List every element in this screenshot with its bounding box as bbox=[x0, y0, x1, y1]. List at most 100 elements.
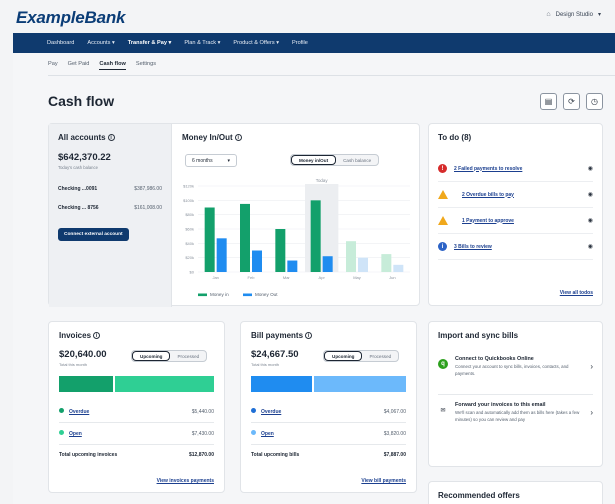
view-icon[interactable]: ◉ bbox=[588, 165, 593, 172]
row-divider bbox=[251, 422, 406, 423]
tab-get-paid[interactable]: Get Paid bbox=[68, 61, 90, 70]
building-icon: ⌂ bbox=[546, 11, 551, 18]
row-divider bbox=[251, 444, 406, 445]
bar-money-out bbox=[358, 257, 368, 272]
view-all-todos-link[interactable]: View all todos bbox=[560, 290, 593, 296]
view-icon[interactable]: ◉ bbox=[588, 243, 593, 250]
workspace-switcher[interactable]: ⌂ Design Studio ▾ bbox=[546, 11, 601, 18]
toggle-cash-balance[interactable]: Cash balance bbox=[336, 155, 378, 165]
main-nav: Dashboard Accounts ▾ Transfer & Pay ▾ Pl… bbox=[13, 33, 615, 53]
nav-accounts[interactable]: Accounts ▾ bbox=[87, 40, 114, 46]
tab-pay[interactable]: Pay bbox=[48, 61, 58, 70]
row-divider bbox=[59, 422, 214, 423]
toggle-processed[interactable]: Processed bbox=[362, 351, 398, 361]
legend-swatch-money-out bbox=[243, 293, 252, 297]
chevron-down-icon: ▾ bbox=[597, 12, 601, 18]
chevron-down-icon: ▾ bbox=[168, 40, 172, 46]
forward-invoices-item[interactable]: ✉ Forward your invoices to this email We… bbox=[438, 402, 593, 423]
clock-icon: ◷ bbox=[591, 97, 598, 106]
period-select[interactable]: 6 months ▾ bbox=[185, 154, 237, 167]
bills-total-row: Total upcoming bills $7,887.00 bbox=[251, 452, 406, 458]
nav-profile[interactable]: Profile bbox=[292, 40, 308, 46]
nav-plan-track[interactable]: Plan & Track ▾ bbox=[184, 40, 220, 46]
bar-money-in bbox=[381, 254, 392, 272]
invoice-row-overdue[interactable]: Overdue $5,440.00 bbox=[59, 408, 214, 415]
todo-title: To do (8) bbox=[438, 133, 472, 142]
todo-item[interactable]: 2 Overdue bills to pay ◉ bbox=[438, 182, 593, 208]
legend-label-money-out: Money Out bbox=[255, 292, 278, 297]
bills-amount: $24,667.50 bbox=[251, 349, 299, 360]
y-tick-label: $20k bbox=[185, 255, 194, 260]
view-bill-payments-link[interactable]: View bill payments bbox=[361, 478, 406, 484]
nav-transfer-pay[interactable]: Transfer & Pay ▾ bbox=[128, 40, 172, 46]
bill-payments-title: Bill payments bbox=[251, 331, 304, 340]
toggle-upcoming[interactable]: Upcoming bbox=[132, 351, 171, 361]
row-divider bbox=[438, 394, 593, 395]
chevron-right-icon: › bbox=[590, 408, 593, 418]
quickbooks-icon: q bbox=[438, 359, 448, 369]
y-tick-label: $80k bbox=[185, 212, 194, 217]
bills-amount-caption: Total this month bbox=[251, 362, 280, 367]
y-tick-label: $40k bbox=[185, 241, 194, 246]
x-tick-label: Jun bbox=[389, 275, 395, 280]
toggle-money-in-out[interactable]: Money in/Out bbox=[291, 155, 337, 165]
subtab-divider bbox=[48, 75, 615, 76]
bar-money-in bbox=[275, 229, 286, 272]
view-invoices-link[interactable]: View invoices payments bbox=[157, 478, 214, 484]
invoice-row-open[interactable]: Open $7,430.00 bbox=[59, 430, 214, 437]
clipboard-icon: ▤ bbox=[544, 97, 553, 106]
bill-row-open[interactable]: Open $3,820.00 bbox=[251, 430, 406, 437]
all-accounts-title: All accounts bbox=[58, 133, 106, 142]
bar-money-out bbox=[393, 264, 404, 272]
refresh-icon: ⟳ bbox=[568, 97, 575, 106]
x-tick-label: Apr bbox=[319, 275, 326, 280]
tab-settings[interactable]: Settings bbox=[136, 61, 156, 70]
account-row[interactable]: Checking ... 8756 $161,008.00 bbox=[58, 205, 162, 216]
nav-dashboard[interactable]: Dashboard bbox=[47, 40, 74, 46]
info-icon[interactable]: i bbox=[234, 134, 242, 142]
invoices-toggle: Upcoming Processed bbox=[131, 350, 208, 362]
x-tick-label: Feb bbox=[248, 275, 256, 280]
history-button[interactable]: ◷ bbox=[586, 93, 603, 110]
connect-external-account-button[interactable]: Connect external account bbox=[58, 228, 129, 241]
error-icon: ! bbox=[438, 164, 447, 173]
chevron-down-icon: ▾ bbox=[111, 40, 115, 46]
bar-money-in bbox=[204, 207, 215, 272]
chevron-down-icon: ▾ bbox=[276, 40, 280, 46]
account-row[interactable]: Checking ...0091 $387,986.00 bbox=[58, 186, 162, 197]
warning-icon bbox=[438, 190, 448, 199]
invoices-bar-segment-1 bbox=[114, 376, 214, 392]
info-icon[interactable]: i bbox=[305, 332, 313, 340]
import-sync-card: Import and sync bills q Connect to Quick… bbox=[428, 321, 603, 467]
info-icon[interactable]: i bbox=[107, 134, 115, 142]
legend-label-money-in: Money in bbox=[210, 292, 229, 297]
info-icon[interactable]: i bbox=[93, 332, 101, 340]
quickbooks-connect-item[interactable]: q Connect to Quickbooks Online Connect y… bbox=[438, 356, 593, 377]
bar-money-in bbox=[240, 203, 250, 272]
view-icon[interactable]: ◉ bbox=[588, 191, 593, 198]
workspace-label: Design Studio bbox=[555, 11, 593, 18]
nav-product-offers[interactable]: Product & Offers ▾ bbox=[233, 40, 279, 46]
invoices-card: Invoices i $20,640.00 Total this month Up… bbox=[48, 321, 225, 493]
clipboard-button[interactable]: ▤ bbox=[540, 93, 557, 110]
x-tick-label: May bbox=[353, 275, 361, 280]
tab-cash-flow[interactable]: Cash flow bbox=[99, 61, 126, 70]
brand-logo[interactable]: ExampleBank bbox=[16, 8, 125, 28]
bills-progress-bar bbox=[251, 376, 406, 392]
app-window: ExampleBank ⌂ Design Studio ▾ Dashboard … bbox=[0, 0, 615, 504]
todo-item[interactable]: i 3 Bills to review ◉ bbox=[438, 234, 593, 260]
bar-money-in bbox=[346, 241, 356, 272]
y-tick-label: $60k bbox=[185, 227, 194, 232]
x-tick-label: Mar bbox=[283, 275, 291, 280]
today-label: Today bbox=[316, 178, 329, 183]
view-icon[interactable]: ◉ bbox=[588, 217, 593, 224]
bill-row-overdue[interactable]: Overdue $4,067.00 bbox=[251, 408, 406, 415]
accounts-total: $642,370.22 bbox=[58, 152, 111, 163]
main-content: Pay Get Paid Cash flow Settings Cash flo… bbox=[13, 53, 615, 504]
todo-item[interactable]: ! 2 Failed payments to resolve ◉ bbox=[438, 156, 593, 182]
refresh-button[interactable]: ⟳ bbox=[563, 93, 580, 110]
toggle-upcoming[interactable]: Upcoming bbox=[324, 351, 363, 361]
all-accounts-panel: All accounts i $642,370.22 Today's cash b… bbox=[49, 124, 172, 307]
todo-item[interactable]: 1 Payment to approve ◉ bbox=[438, 208, 593, 234]
toggle-processed[interactable]: Processed bbox=[170, 351, 206, 361]
